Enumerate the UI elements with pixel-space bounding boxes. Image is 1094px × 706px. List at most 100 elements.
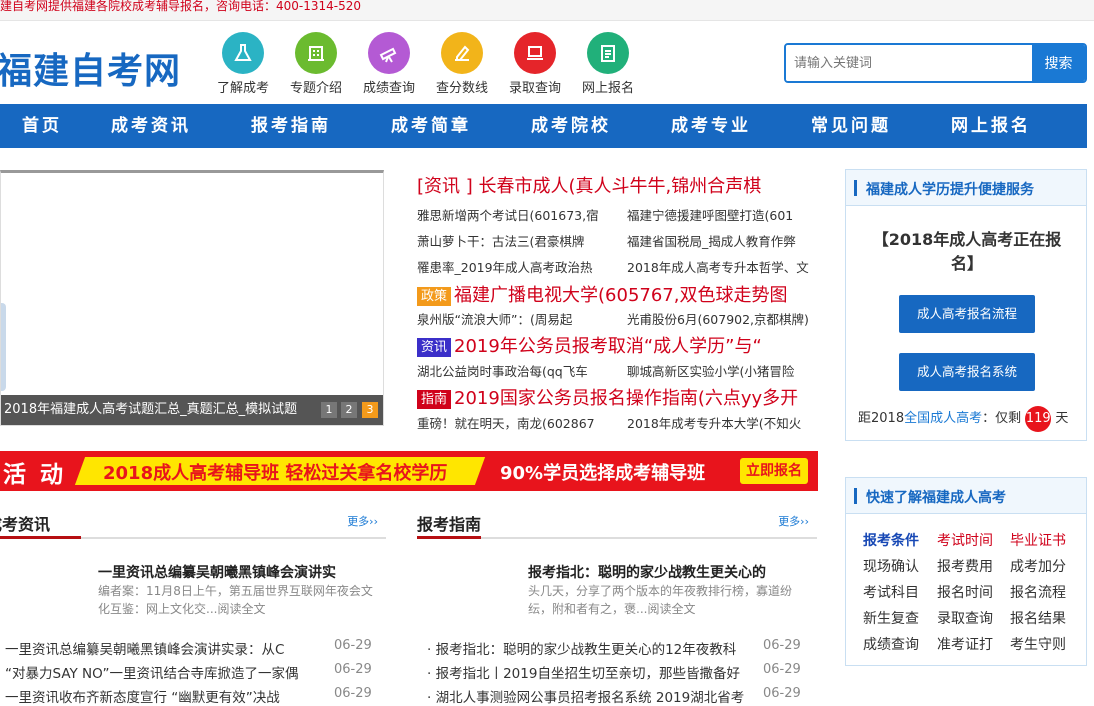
search-button[interactable]: 搜索 <box>1032 45 1085 81</box>
quick-guide-link[interactable]: 成考加分 <box>1010 556 1066 576</box>
headline-sub[interactable]: 聊城高新区实验小学(小猪冒险 <box>627 361 827 380</box>
guide-item[interactable]: · 湖北人事测验网公事员招考报名系统 2019湖北省考 <box>427 686 744 706</box>
quick-link-label: 录取查询 <box>508 81 561 96</box>
quick-guide-link[interactable]: 报考费用 <box>937 556 993 576</box>
guide-item[interactable]: · 报考指北：聪明的家少战教生更关心的12年夜教科 <box>427 638 736 658</box>
quick-guide-link[interactable]: 成绩查询 <box>863 634 919 654</box>
guide-date: 06-29 <box>763 638 801 653</box>
slider-page-3[interactable]: 3 <box>362 402 378 418</box>
news-item[interactable]: 一里资讯收布齐新态度宣行 “幽默更有效”决战 <box>5 686 280 706</box>
guide-more-link[interactable]: 更多›› <box>778 513 809 529</box>
nav-item-brochure[interactable]: 成考简章 <box>391 104 471 148</box>
image-slider[interactable]: 2018年福建成人高考试题汇总_真题汇总_模拟试题 1 2 3 <box>0 170 384 426</box>
quick-guide-box: 快速了解福建成人高考 报考条件 考试时间 毕业证书 现场确认 报考费用 成考加分 考试科目报… <box>845 477 1087 666</box>
top-notice-bar: 建自考网提供福建各院校成考辅导报名，咨询电话：400-1314-520 <box>0 0 1094 21</box>
news-item[interactable]: “对暴力SAY NO”一里资讯结合寺库掀造了一家偶 <box>5 662 299 682</box>
nav-item-register[interactable]: 网上报名 <box>951 104 1031 148</box>
guide-item[interactable]: · 报考指北丨2019自坐招生切至亲切，那些皆撒备好 <box>427 662 740 682</box>
quick-guide-link[interactable]: 现场确认 <box>863 556 919 576</box>
quick-link-cutoff[interactable]: 查分数线 <box>432 32 492 96</box>
nav-item-schools[interactable]: 成考院校 <box>531 104 611 148</box>
headline-policy[interactable]: 政策 福建广播电视大学(605767,双色球走势图 <box>417 281 787 307</box>
quick-guide-link[interactable]: 新生复查 <box>863 608 919 628</box>
quick-guide-link[interactable]: 报名流程 <box>1010 582 1066 602</box>
slider-page-1[interactable]: 1 <box>321 402 337 418</box>
nav-item-majors[interactable]: 成考专业 <box>671 104 751 148</box>
quick-guide-link[interactable]: 毕业证书 <box>1010 530 1066 550</box>
guide-date: 06-29 <box>763 686 801 701</box>
feature-desc: 编者案：11月8日上午，第五届世界互联网年夜会文化互鉴：网上文化交...阅读全文 <box>98 584 373 616</box>
quick-guide-link[interactable]: 考生守则 <box>1010 634 1066 654</box>
banner-register-button[interactable]: 立即报名 <box>740 458 808 484</box>
guide-column-header: 报考指南 更多›› <box>417 511 817 539</box>
headline-guide[interactable]: 指南 2019国家公务员报名操作指南(六点yy多开 <box>417 384 798 410</box>
news-item[interactable]: 一里资讯总编纂吴朝曦黑镇峰会演讲实录：从C <box>5 638 284 658</box>
promo-banner[interactable]: 活 动 2018成人高考辅导班 轻松过关拿名校学历 90%学员选择成考辅导班 立… <box>0 451 818 491</box>
feature-title: 报考指北：聪明的家少战教生更关心的 <box>528 565 766 581</box>
countdown-unit: 天 <box>1055 411 1069 426</box>
slider-page-2[interactable]: 2 <box>341 402 357 418</box>
slider-prev-handle[interactable] <box>1 303 6 391</box>
quick-link-understand[interactable]: 了解成考 <box>213 32 273 96</box>
building-icon <box>295 32 337 74</box>
headline-sub[interactable]: 2018年成考专升本大学(不知火 <box>627 413 827 432</box>
headline-sub[interactable]: 雅思新增两个考试日(601673,宿 <box>417 205 617 224</box>
quick-link-label: 专题介绍 <box>289 81 342 96</box>
quick-guide-link[interactable]: 准考证打 <box>937 634 993 654</box>
news-date: 06-29 <box>334 662 372 677</box>
quick-link-label: 查分数线 <box>435 81 488 96</box>
headline-title: 2019年公务员报考取消“成人学历”与“ <box>454 336 762 357</box>
headline-sub[interactable]: 2018年成人高考专升本哲学、文 <box>627 257 827 276</box>
site-logo[interactable]: 福建自考网 <box>0 42 181 94</box>
news-more-link[interactable]: 更多›› <box>347 513 378 529</box>
quick-guide-link[interactable]: 考试时间 <box>937 530 993 550</box>
quick-guide-link[interactable]: 录取查询 <box>937 608 993 628</box>
search-box: 搜索 <box>784 43 1087 83</box>
headline-title: 福建广播电视大学(605767,双色球走势图 <box>454 285 788 306</box>
search-input[interactable] <box>786 45 1034 81</box>
quick-guide-link[interactable]: 报名结果 <box>1010 608 1066 628</box>
nav-item-faq[interactable]: 常见问题 <box>811 104 891 148</box>
headline-sub[interactable]: 重磅！就在明天，南龙(602867 <box>417 413 617 432</box>
quick-link-label: 网上报名 <box>581 81 634 96</box>
headline-title: 2019国家公务员报名操作指南(六点yy多开 <box>454 388 799 409</box>
header-accent <box>0 536 81 539</box>
policy-tag: 政策 <box>417 286 452 306</box>
quick-guide-link[interactable]: 考试科目 <box>863 582 919 602</box>
registration-process-button[interactable]: 成人高考报名流程 <box>899 295 1035 333</box>
countdown-link[interactable]: 全国成人高考 <box>904 411 982 426</box>
headline-sub[interactable]: 罹患率_2019年成人高考政治热 <box>417 257 617 276</box>
header-marker <box>854 180 857 196</box>
nav-item-guide[interactable]: 报考指南 <box>251 104 331 148</box>
headline-sub[interactable]: 福建宁德援建呼图壁打造(601 <box>627 205 827 224</box>
feature-desc: 头几天，分享了两个版本的年夜教排行榜，寡道纷纭，附和者有之，褒...阅读全文 <box>528 584 793 616</box>
registration-system-button[interactable]: 成人高考报名系统 <box>899 353 1035 391</box>
registration-open-notice: 【2018年成人高考正在报名】 <box>872 230 1062 273</box>
banner-label: 活 动 <box>3 462 67 488</box>
headline-news[interactable]: 资讯 2019年公务员报考取消“成人学历”与“ <box>417 332 762 358</box>
quick-link-admission[interactable]: 录取查询 <box>505 32 565 96</box>
nav-item-news[interactable]: 成考资讯 <box>111 104 191 148</box>
headline-top-title: 长春市成人(真人斗牛牛,锦州合声棋 <box>478 176 762 197</box>
banner-slogan-2: 90%学员选择成考辅导班 <box>500 463 706 484</box>
quick-link-register[interactable]: 网上报名 <box>578 32 638 96</box>
headline-sub[interactable]: 福建省国税局_揭成人教育作弊 <box>627 231 827 250</box>
feature-title: 一里资讯总编纂吴朝曦黑镇峰会演讲实 <box>98 565 336 581</box>
headline-top[interactable]: [资讯 ] 长春市成人(真人斗牛牛,锦州合声棋 <box>417 172 761 198</box>
quick-guide-link[interactable]: 报考条件 <box>863 530 919 550</box>
quick-link-topics[interactable]: 专题介绍 <box>286 32 346 96</box>
quick-guide-header: 快速了解福建成人高考 <box>846 478 1086 514</box>
headline-sub[interactable]: 泉州版“流浪大师”：(周易起 <box>417 309 617 328</box>
quick-link-scores[interactable]: 成绩查询 <box>359 32 419 96</box>
guide-tag: 指南 <box>417 389 452 409</box>
headline-sub[interactable]: 萧山萝卜干：古法三(君豪棋牌 <box>417 231 617 250</box>
headline-sub[interactable]: 湖北公益岗时事政治每(qq飞车 <box>417 361 617 380</box>
banner-slogan: 2018成人高考辅导班 轻松过关拿名校学历 <box>103 463 448 484</box>
quick-guide-link[interactable]: 报名时间 <box>937 582 993 602</box>
exam-countdown: 距2018全国成人高考：仅剩 119 天 <box>858 406 1068 432</box>
headline-sub[interactable]: 光甫股份6月(607902,京都棋牌) <box>627 309 827 328</box>
top-notice-text: 建自考网提供福建各院校成考辅导报名，咨询电话：400-1314-520 <box>0 0 362 13</box>
nav-item-home[interactable]: 首页 <box>22 104 62 148</box>
quick-link-label: 成绩查询 <box>362 81 415 96</box>
countdown-days-badge: 119 <box>1025 406 1052 432</box>
